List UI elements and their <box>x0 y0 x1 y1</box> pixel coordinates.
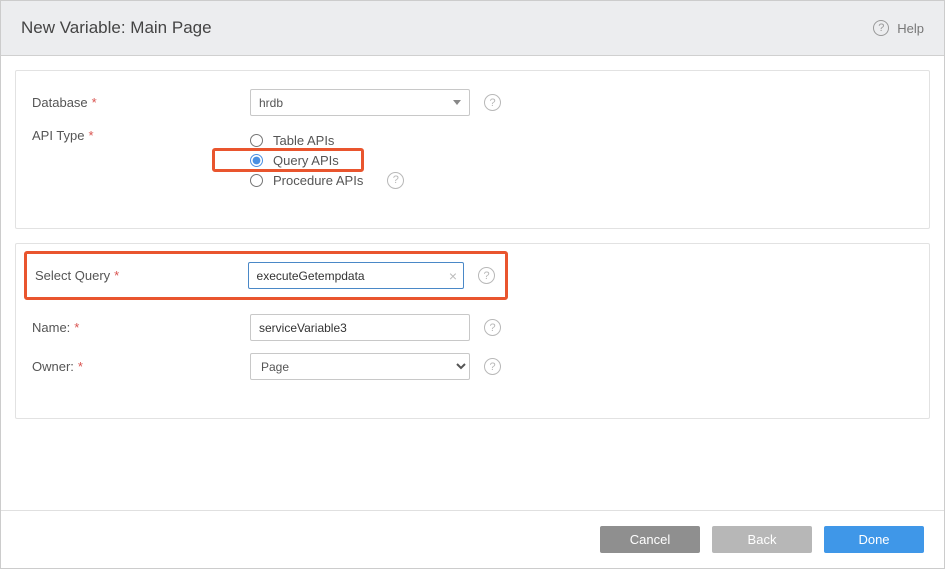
radio-group-apitype: Table APIs Query APIs Procedure APIs ? <box>250 128 470 190</box>
radio-label-table: Table APIs <box>273 133 334 148</box>
name-input[interactable] <box>250 314 470 341</box>
info-icon[interactable]: ? <box>484 358 501 375</box>
label-selectquery: Select Query * <box>33 268 248 283</box>
selectquery-input[interactable] <box>248 262 464 289</box>
radio-label-query: Query APIs <box>273 153 339 168</box>
row-database: Database * hrdb ? <box>30 89 915 116</box>
radio-table-apis[interactable]: Table APIs <box>250 130 470 150</box>
cancel-button[interactable]: Cancel <box>600 526 700 553</box>
panel-query: Select Query* × ? Name:* ? Own <box>15 243 930 419</box>
radio-input-proc[interactable] <box>250 174 263 187</box>
control-name <box>250 314 470 341</box>
label-database-text: Database <box>32 95 88 110</box>
label-apitype: API Type * <box>30 128 250 143</box>
radio-input-query[interactable] <box>250 154 263 167</box>
dialog-footer: Cancel Back Done <box>1 510 944 568</box>
radio-proc-apis[interactable]: Procedure APIs ? <box>250 170 470 190</box>
titlebar: New Variable: Main Page ? Help <box>1 1 944 56</box>
label-owner: Owner: * <box>30 359 250 374</box>
dialog-body: Database* hrdb ? API Type* Tab <box>1 56 944 510</box>
chevron-down-icon <box>453 100 461 105</box>
dialog-title: New Variable: Main Page <box>21 18 212 38</box>
control-owner: Page <box>250 353 470 380</box>
help-link[interactable]: ? Help <box>873 20 924 36</box>
label-name-text: Name: <box>32 320 70 335</box>
info-icon[interactable]: ? <box>484 94 501 111</box>
row-owner: Owner: * Page ? <box>30 353 915 380</box>
required-marker: * <box>92 95 97 110</box>
help-icon: ? <box>873 20 889 36</box>
label-apitype-text: API Type <box>32 128 85 143</box>
radio-query-wrapper: Query APIs <box>250 150 470 170</box>
clear-icon[interactable]: × <box>449 269 457 283</box>
radio-input-table[interactable] <box>250 134 263 147</box>
label-database: Database * <box>30 95 250 110</box>
database-select-value: hrdb <box>259 96 283 110</box>
required-marker: * <box>74 320 79 335</box>
database-select[interactable]: hrdb <box>250 89 470 116</box>
info-icon[interactable]: ? <box>387 172 404 189</box>
dialog-window: New Variable: Main Page ? Help Database *… <box>0 0 945 569</box>
control-database: hrdb <box>250 89 470 116</box>
required-marker: * <box>114 268 119 283</box>
label-selectquery-text: Select Query <box>35 268 110 283</box>
control-selectquery: × <box>248 262 464 289</box>
info-icon[interactable]: ? <box>478 267 495 284</box>
row-name: Name: * ? <box>30 314 915 341</box>
done-button[interactable]: Done <box>824 526 924 553</box>
info-icon[interactable]: ? <box>484 319 501 336</box>
row-apitype: API Type * Table APIs Query APIs <box>30 128 915 190</box>
label-owner-text: Owner: <box>32 359 74 374</box>
radio-label-proc: Procedure APIs <box>273 173 363 188</box>
help-label: Help <box>897 21 924 36</box>
owner-select[interactable]: Page <box>250 353 470 380</box>
panel-database: Database* hrdb ? API Type* Tab <box>15 70 930 229</box>
required-marker: * <box>78 359 83 374</box>
radio-query-apis[interactable]: Query APIs <box>250 150 470 170</box>
row-selectquery-highlight: Select Query * × ? <box>24 251 508 300</box>
required-marker: * <box>89 128 94 143</box>
label-name: Name: * <box>30 320 250 335</box>
back-button[interactable]: Back <box>712 526 812 553</box>
